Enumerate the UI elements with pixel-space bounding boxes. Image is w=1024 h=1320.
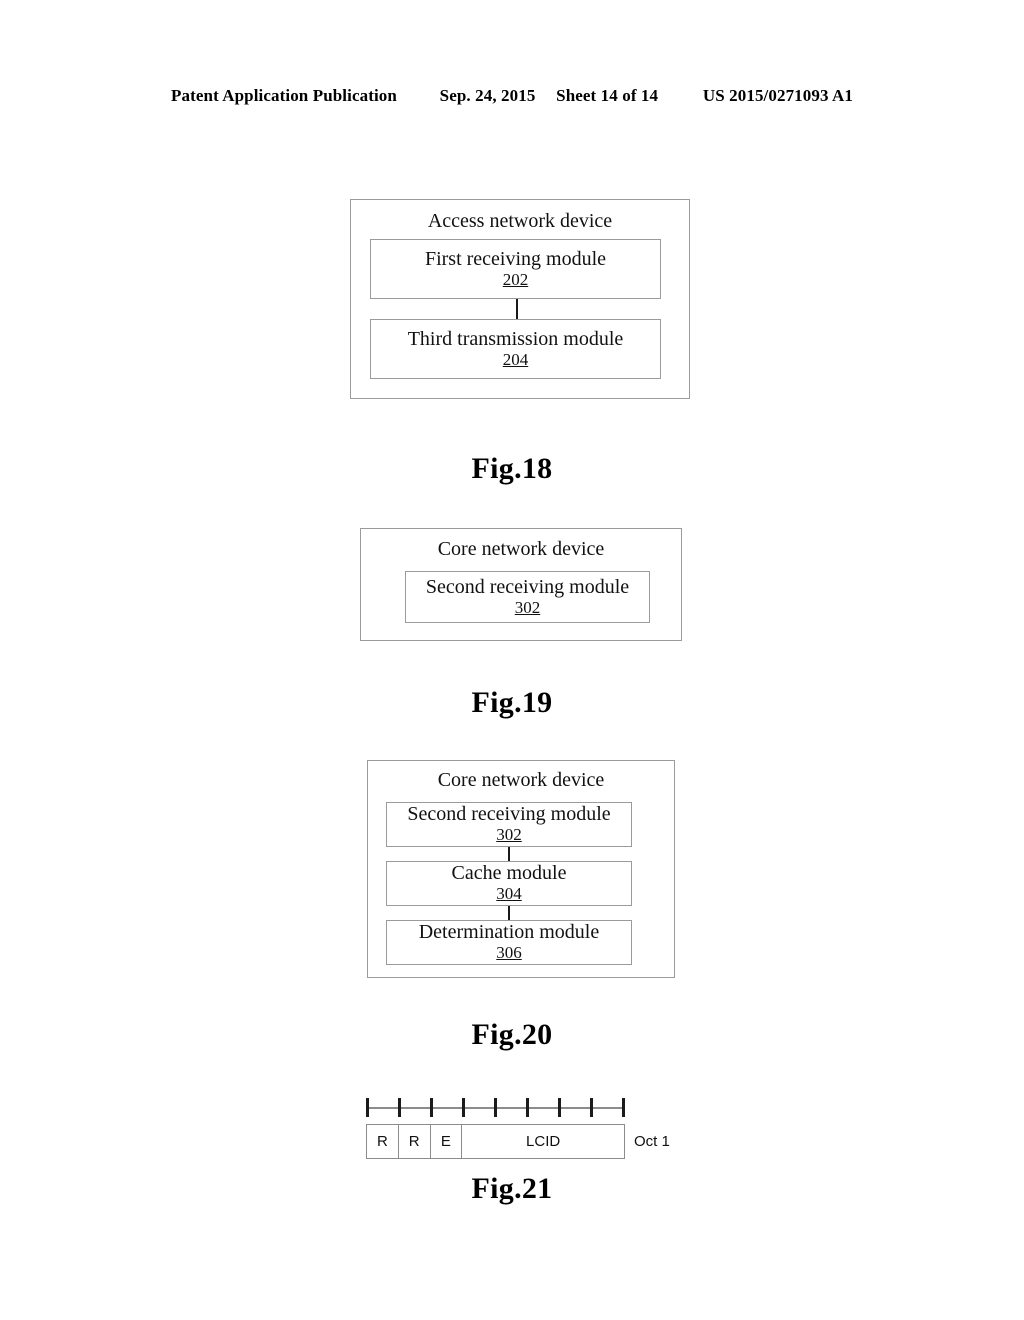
fig20-connector-2 [508,906,510,920]
module-reference-number: 302 [514,597,541,617]
header-patent-number: US 2015/0271093 A1 [702,86,853,105]
module-label: Second receiving module [425,575,630,598]
fig20-module-cache: Cache module 304 [386,861,632,906]
module-label: Second receiving module [407,803,611,826]
ruler-tick [622,1098,625,1117]
bit-cell-r2: R [399,1125,431,1158]
fig20-module-determination: Determination module 306 [386,920,632,965]
fig20-caption: Fig.20 [471,1018,553,1051]
fig20-connector-1 [508,847,510,861]
ruler-tick [462,1098,465,1117]
module-label: First receiving module [424,247,607,270]
module-reference-number: 202 [502,269,529,289]
ruler-tick [590,1098,593,1117]
ruler-tick [558,1098,561,1117]
fig20-module-second-receiving: Second receiving module 302 [386,802,632,847]
fig21-octet-label: Oct 1 [634,1133,670,1150]
fig19-module-second-receiving: Second receiving module 302 [405,571,650,623]
module-reference-number: 306 [496,943,522,963]
bit-cell-e: E [431,1125,463,1158]
fig20-container: Core network device Second receiving mod… [367,760,675,978]
header-publication: Patent Application Publication [171,86,397,105]
fig19-container-label: Core network device [437,538,605,560]
ruler-tick [526,1098,529,1117]
header-date: Sep. 24, 2015 [439,86,536,105]
fig19-container: Core network device Second receiving mod… [360,528,682,641]
fig20-container-label: Core network device [437,769,605,791]
module-label: Determination module [418,921,600,944]
fig18-module-third-transmission: Third transmission module 204 [370,319,661,379]
fig18-container: Access network device First receiving mo… [350,199,690,399]
ruler-tick [430,1098,433,1117]
fig18-caption: Fig.18 [471,452,553,485]
fig19-caption: Fig.19 [471,686,553,719]
ruler-tick [398,1098,401,1117]
ruler-tick [366,1098,369,1117]
fig18-module-first-receiving: First receiving module 202 [370,239,661,299]
module-reference-number: 204 [502,349,529,369]
fig21-caption: Fig.21 [471,1172,553,1205]
module-reference-number: 302 [496,825,522,845]
fig21-bit-field-row: R R E LCID [366,1124,625,1159]
fig18-connector [516,299,518,319]
header-sheet: Sheet 14 of 14 [556,86,659,105]
module-label: Cache module [451,862,567,885]
fig21-bit-ruler [366,1098,625,1117]
bit-cell-lcid: LCID [526,1133,561,1150]
module-reference-number: 304 [496,884,522,904]
page-header: Patent Application Publication Sep. 24, … [0,86,1024,106]
bit-cell-r1: R [367,1125,399,1158]
fig18-container-label: Access network device [427,210,613,232]
ruler-tick [494,1098,497,1117]
module-label: Third transmission module [407,327,624,350]
